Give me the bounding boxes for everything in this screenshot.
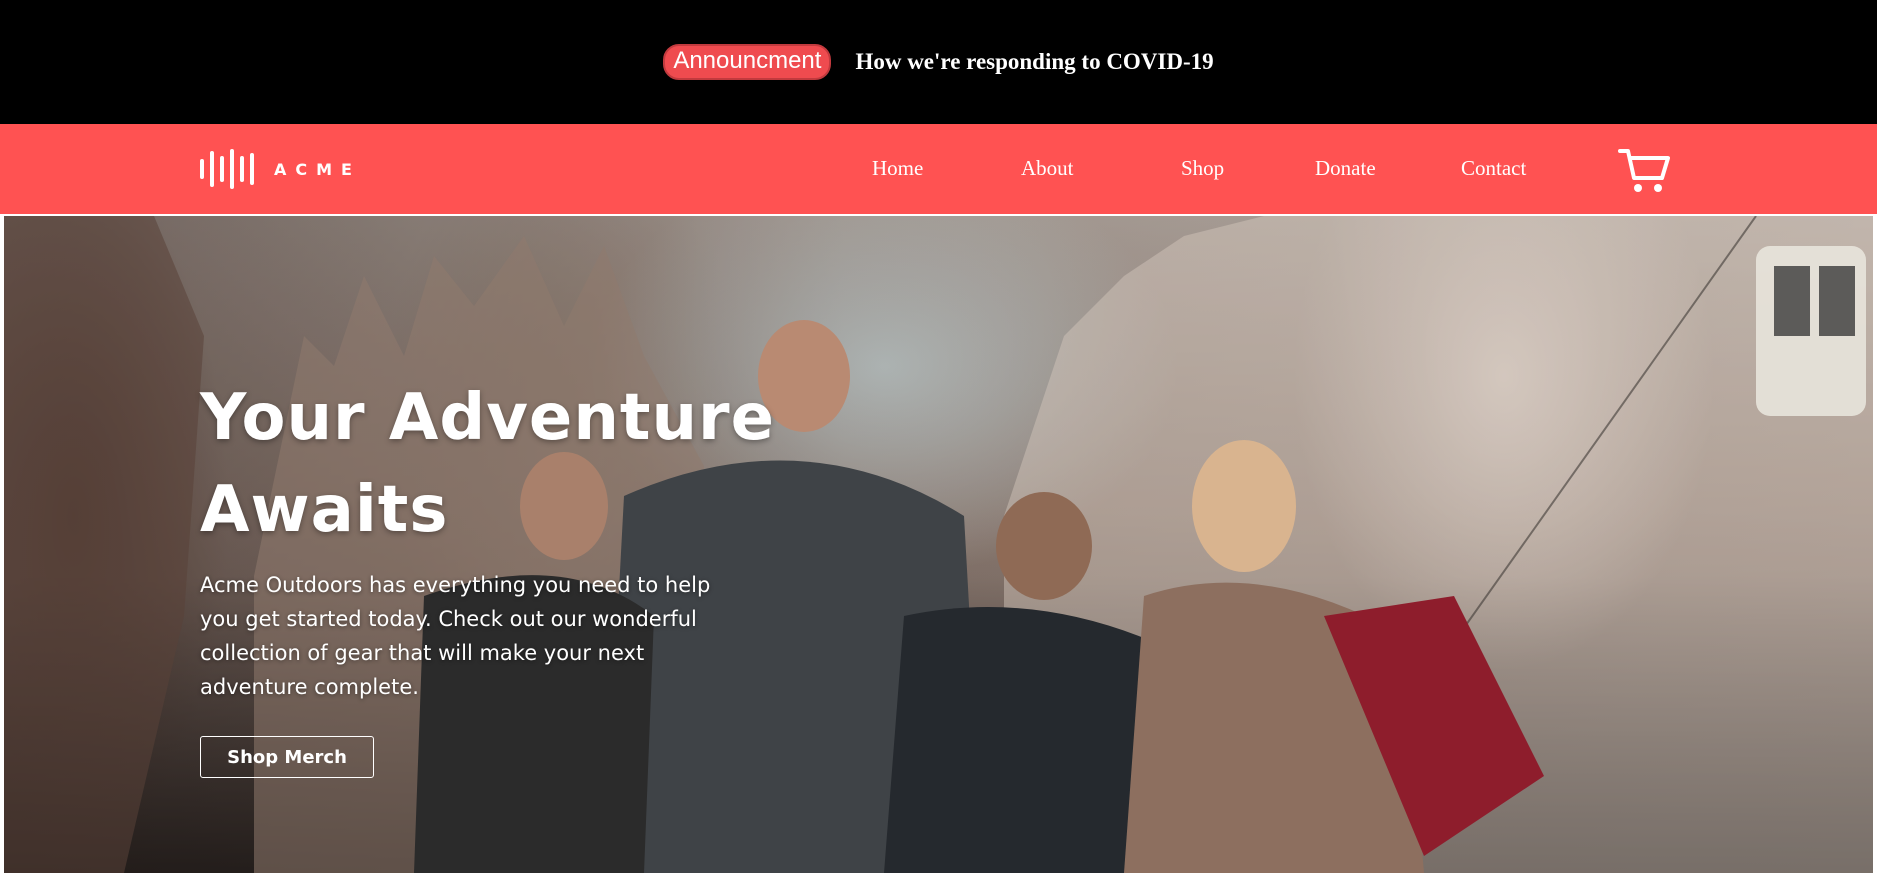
announcement-link[interactable]: How we're responding to COVID-19 <box>855 49 1213 75</box>
nav-link-contact[interactable]: Contact <box>1461 156 1526 181</box>
hero-title-line-2: Awaits <box>200 473 449 547</box>
announcement-bar: Announcment How we're responding to COVI… <box>0 0 1877 124</box>
nav-link-shop[interactable]: Shop <box>1181 156 1224 181</box>
hero-description: Acme Outdoors has everything you need to… <box>200 573 711 699</box>
hero-section: Your Adventure Awaits Acme Outdoors has … <box>4 216 1873 873</box>
soundwave-logo-icon <box>200 148 254 190</box>
hero-title-line-1: Your Adventure <box>200 381 775 455</box>
nav-link-about[interactable]: About <box>1021 156 1074 181</box>
logo-wordmark: ACME <box>274 159 361 179</box>
nav-link-home[interactable]: Home <box>872 156 923 181</box>
shop-merch-button[interactable]: Shop Merch <box>200 736 374 778</box>
main-navbar: ACME Home About Shop Donate Contact <box>0 124 1877 214</box>
nav-link-donate[interactable]: Donate <box>1315 156 1376 181</box>
hero-title: Your Adventure Awaits <box>200 372 775 556</box>
announcement-badge: Announcment <box>663 44 832 80</box>
acme-logo[interactable]: ACME <box>200 148 361 190</box>
cart-icon[interactable] <box>1618 146 1670 194</box>
